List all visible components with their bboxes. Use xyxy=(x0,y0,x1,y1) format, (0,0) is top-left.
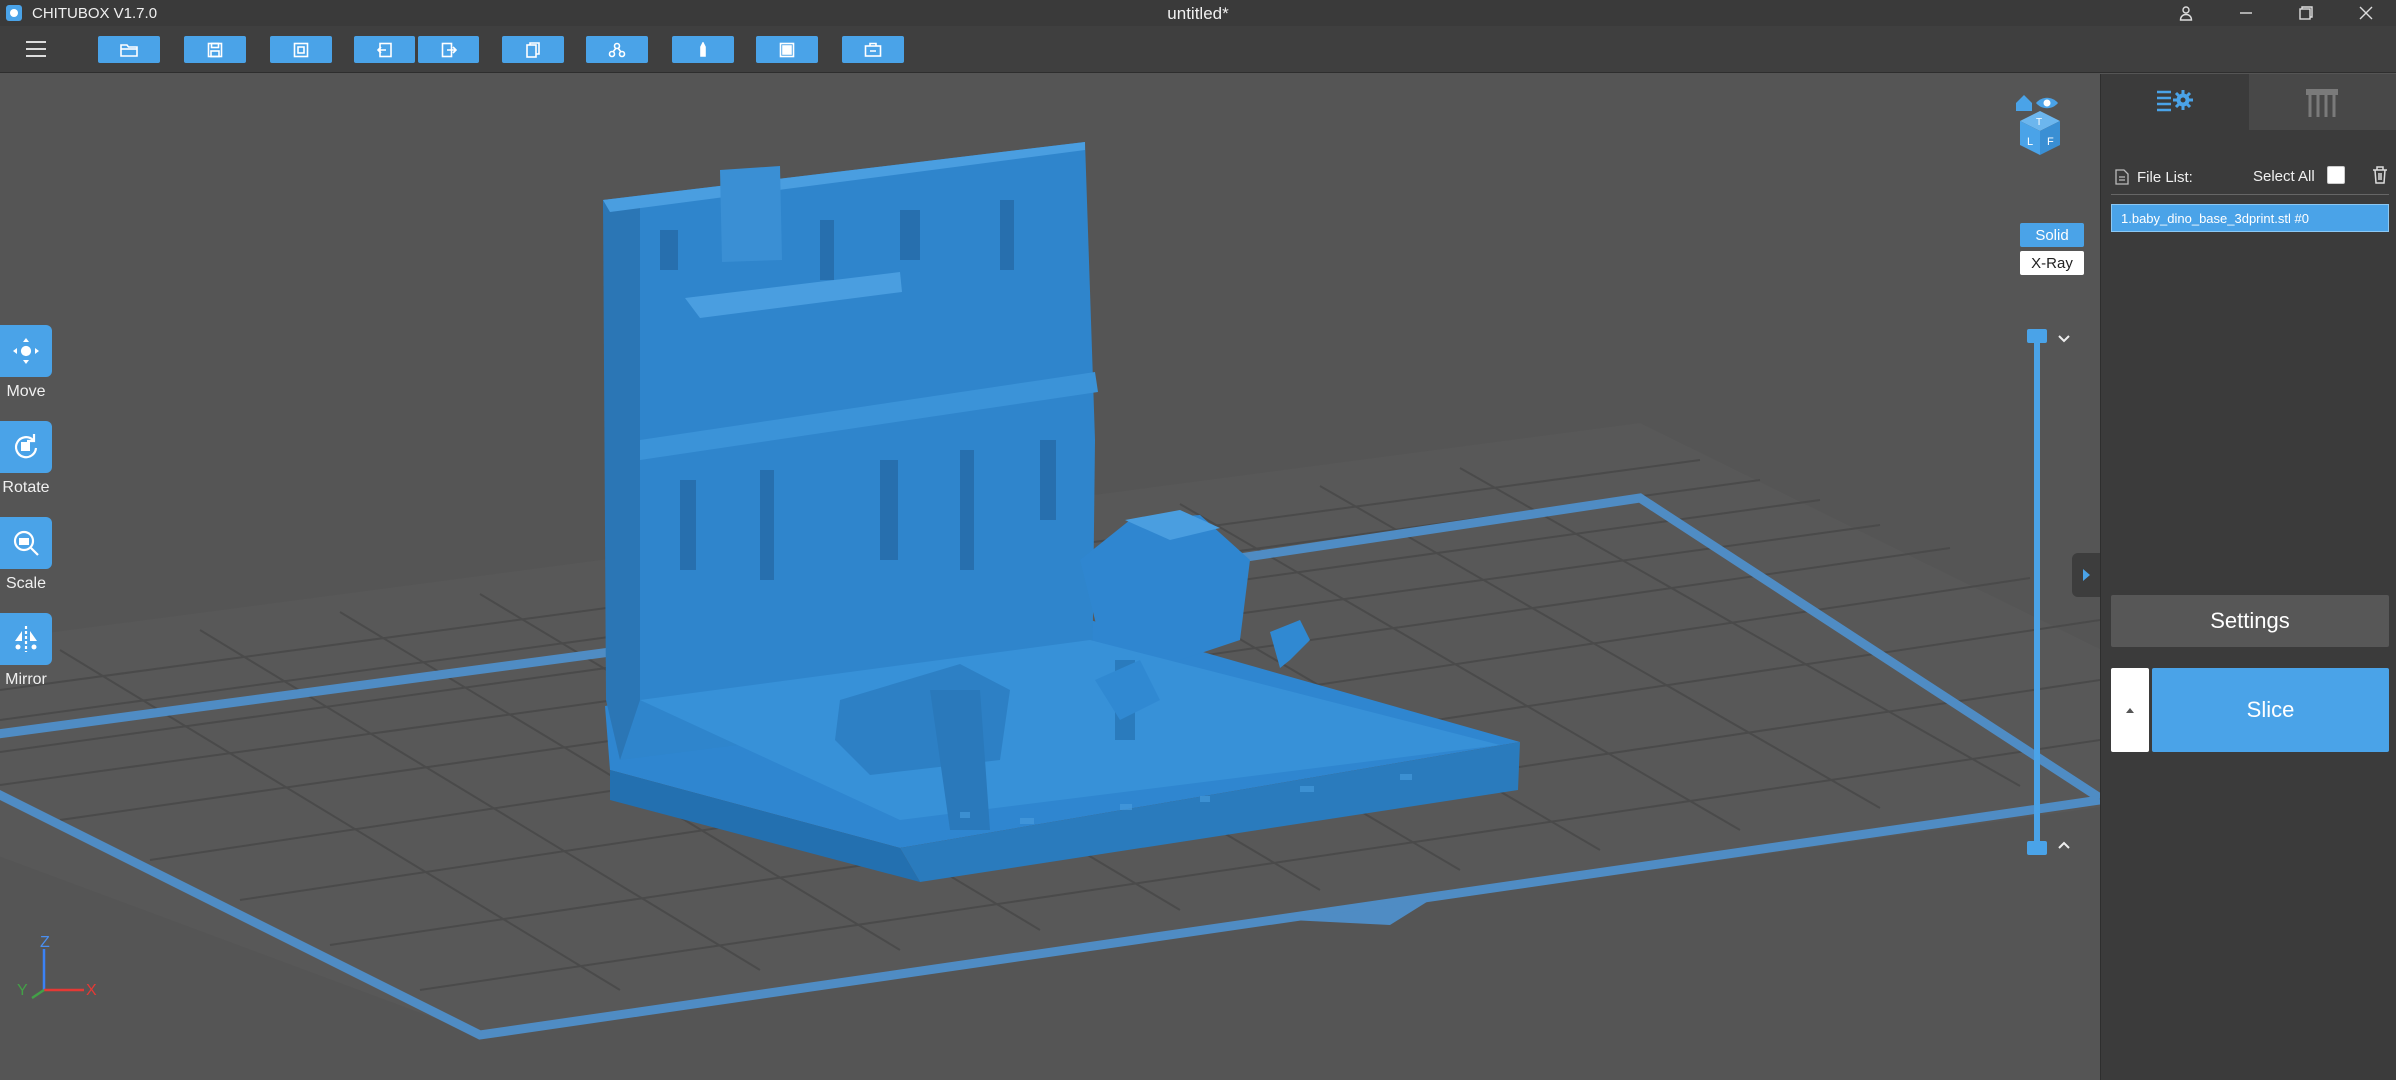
mirror-icon[interactable] xyxy=(0,613,52,665)
file-list-icon xyxy=(2115,169,2129,185)
slice-options-button[interactable] xyxy=(2111,668,2149,752)
account-icon[interactable] xyxy=(2156,0,2216,26)
scale-tool[interactable]: Scale xyxy=(0,517,52,593)
svg-text:T: T xyxy=(2036,117,2042,128)
move-icon[interactable] xyxy=(0,325,52,377)
scale-label: Scale xyxy=(5,575,47,592)
slice-button[interactable]: Slice xyxy=(2152,668,2389,752)
layer-slider-top-handle[interactable] xyxy=(2027,329,2047,343)
caret-up-icon xyxy=(2126,708,2134,713)
file-settings-icon xyxy=(2156,90,2193,112)
axis-x-label: X xyxy=(86,982,97,999)
document-title: untitled* xyxy=(1167,4,1229,23)
supports-icon[interactable] xyxy=(586,36,648,63)
undo-icon[interactable] xyxy=(354,36,415,63)
supports-tab-icon xyxy=(2306,89,2339,117)
build-plate-scene xyxy=(0,142,2100,1040)
svg-text:F: F xyxy=(2047,136,2054,148)
file-list-item[interactable]: 1.baby_dino_base_3dprint.stl #0 xyxy=(2111,204,2389,232)
trash-icon[interactable] xyxy=(2371,165,2389,185)
3d-viewport[interactable]: Move Rotate Scale Mirror T L F Solid X-R… xyxy=(0,74,2100,1080)
chevron-right-icon xyxy=(2083,569,2090,581)
app-title: CHITUBOX V1.7.0 xyxy=(32,4,158,22)
layer-slider-track[interactable] xyxy=(2034,336,2040,848)
app-logo-icon xyxy=(6,5,22,21)
settings-button[interactable]: Settings xyxy=(2111,595,2389,647)
panel-tabs xyxy=(2101,74,2396,130)
scale-icon[interactable] xyxy=(0,517,52,569)
export-icon[interactable] xyxy=(842,36,904,63)
tab-files[interactable] xyxy=(2101,74,2249,130)
select-all-label: Select All xyxy=(2253,168,2315,185)
window-controls xyxy=(2156,0,2396,26)
close-button[interactable] xyxy=(2336,0,2396,26)
layer-slider-bottom-handle[interactable] xyxy=(2027,841,2047,855)
chevron-down-icon[interactable] xyxy=(2056,330,2072,346)
mirror-label: Mirror xyxy=(5,671,47,688)
restore-button[interactable] xyxy=(2276,0,2336,26)
home-icon xyxy=(2016,95,2032,111)
file-list-label: File List: xyxy=(2137,168,2193,186)
file-list-divider xyxy=(2111,194,2389,195)
tab-supports[interactable] xyxy=(2248,74,2396,130)
axis-z-label: Z xyxy=(40,935,50,951)
rotate-label: Rotate xyxy=(2,479,50,496)
hollow-icon[interactable] xyxy=(672,36,734,63)
copy-icon[interactable] xyxy=(502,36,564,63)
title-bar: CHITUBOX V1.7.0 untitled* xyxy=(0,0,2396,26)
move-tool[interactable]: Move xyxy=(0,325,52,401)
xray-mode-button[interactable]: X-Ray xyxy=(2020,251,2084,275)
toolbar xyxy=(0,26,2396,73)
axis-gizmo: Z X Y xyxy=(14,934,104,1005)
svg-text:L: L xyxy=(2027,136,2033,148)
select-all-checkbox[interactable] xyxy=(2327,166,2345,184)
slice-preview-icon[interactable] xyxy=(756,36,818,63)
mirror-tool[interactable]: Mirror xyxy=(0,613,52,689)
right-panel: File List: Select All 1.baby_dino_base_3… xyxy=(2100,74,2396,1080)
rotate-tool[interactable]: Rotate xyxy=(0,421,52,497)
solid-mode-button[interactable]: Solid xyxy=(2020,223,2084,247)
chevron-up-icon[interactable] xyxy=(2056,838,2072,854)
axis-y-label: Y xyxy=(17,982,28,999)
rotate-icon[interactable] xyxy=(0,421,52,473)
file-list-header: File List: Select All xyxy=(2115,166,2391,188)
collapse-panel-button[interactable] xyxy=(2072,553,2100,597)
save-icon[interactable] xyxy=(184,36,246,63)
redo-icon[interactable] xyxy=(418,36,479,63)
view-cube[interactable]: T L F xyxy=(2008,89,2072,161)
hamburger-menu-icon[interactable] xyxy=(16,29,56,69)
minimize-button[interactable] xyxy=(2216,0,2276,26)
open-file-icon[interactable] xyxy=(98,36,160,63)
auto-layout-icon[interactable] xyxy=(270,36,332,63)
move-label: Move xyxy=(6,383,46,400)
